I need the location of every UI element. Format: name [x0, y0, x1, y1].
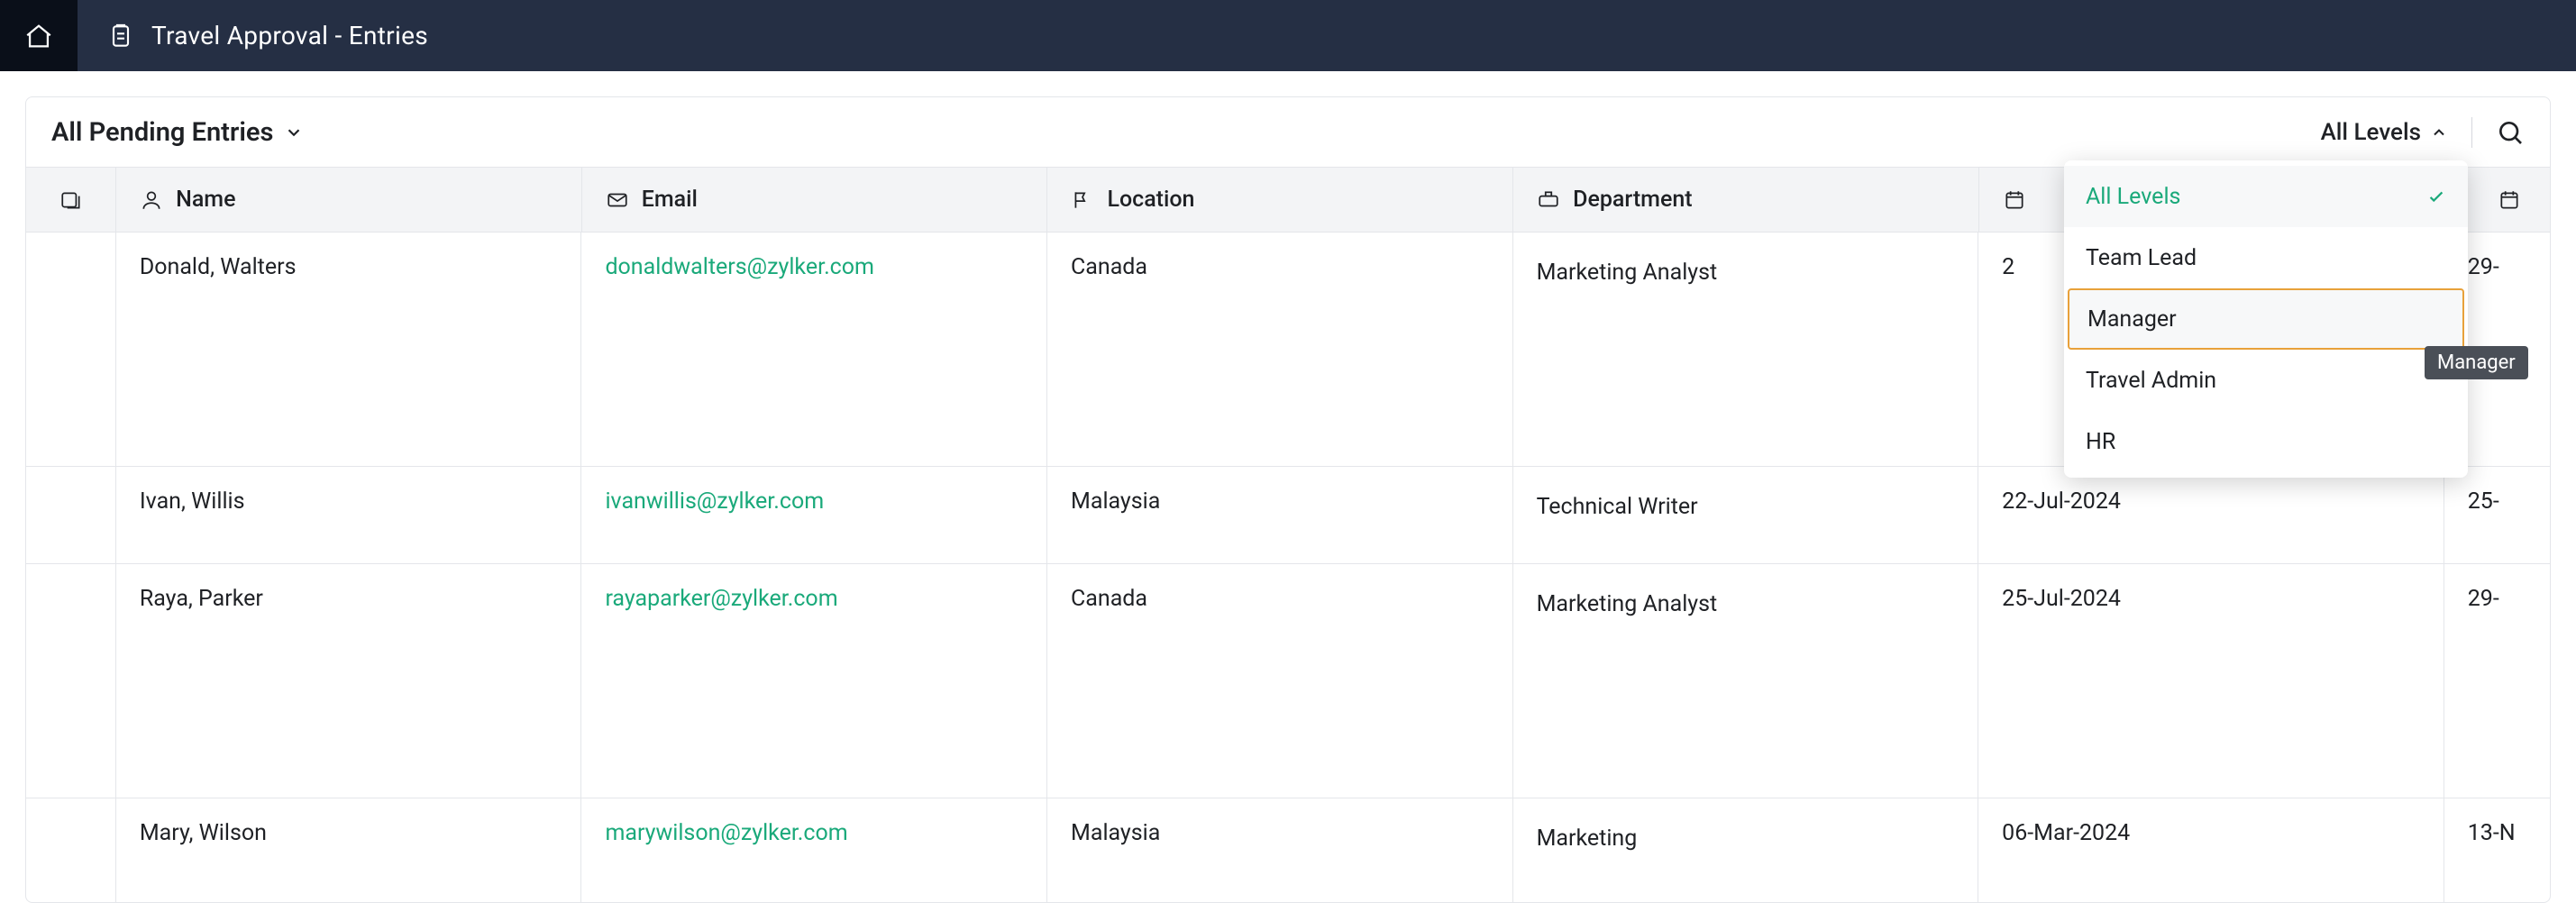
calendar-icon [2498, 188, 2521, 212]
cell-location: Malaysia [1047, 798, 1513, 902]
cell-end: 13-N [2444, 798, 2550, 902]
cell-email[interactable]: ivanwillis@zylker.com [581, 467, 1047, 563]
divider [2471, 117, 2472, 148]
level-selector[interactable]: All Levels [2321, 119, 2448, 146]
row-selector[interactable] [26, 564, 116, 798]
cell-location: Canada [1047, 233, 1513, 466]
search-icon [2496, 118, 2525, 147]
clipboard-icon [106, 22, 135, 50]
cell-date: 06-Mar-2024 [1978, 798, 2444, 902]
cell-date: 22-Jul-2024 [1978, 467, 2444, 563]
dropdown-item-team-lead[interactable]: Team Lead [2064, 227, 2468, 288]
dropdown-item-label: Manager [2087, 306, 2177, 333]
level-selector-label: All Levels [2321, 119, 2421, 146]
check-icon [2426, 187, 2446, 206]
cell-end: 29- [2444, 564, 2550, 798]
table-row[interactable]: Ivan, Willis ivanwillis@zylker.com Malay… [26, 467, 2550, 564]
cell-name: Ivan, Willis [116, 467, 582, 563]
dropdown-item-travel-admin[interactable]: Travel Admin [2064, 350, 2468, 411]
column-header-department[interactable]: Department [1513, 168, 1979, 232]
dropdown-item-label: Travel Admin [2086, 368, 2216, 394]
cell-location: Malaysia [1047, 467, 1513, 563]
panel-header: All Pending Entries All Levels [26, 97, 2550, 168]
department-icon [1537, 188, 1560, 212]
column-header-name[interactable]: Name [116, 168, 582, 232]
row-selector[interactable] [26, 467, 116, 563]
search-button[interactable] [2496, 118, 2525, 147]
cell-email[interactable]: rayaparker@zylker.com [581, 564, 1047, 798]
home-icon [23, 21, 54, 51]
row-selector[interactable] [26, 798, 116, 902]
cell-location: Canada [1047, 564, 1513, 798]
column-header-email[interactable]: Email [582, 168, 1048, 232]
cell-department: Marketing Analyst [1513, 564, 1979, 798]
dropdown-item-manager[interactable]: Manager [2068, 288, 2464, 350]
column-settings-button[interactable] [26, 168, 116, 232]
calendar-icon [2003, 188, 2026, 212]
dropdown-item-label: Team Lead [2086, 245, 2197, 271]
view-selector[interactable]: All Pending Entries [51, 117, 304, 148]
dropdown-item-hr[interactable]: HR [2064, 411, 2468, 472]
chevron-down-icon [284, 123, 304, 142]
view-selector-label: All Pending Entries [51, 117, 273, 148]
dropdown-item-label: HR [2086, 429, 2115, 455]
column-header-location[interactable]: Location [1047, 168, 1513, 232]
dropdown-item-all-levels[interactable]: All Levels [2064, 166, 2468, 227]
table-row[interactable]: Raya, Parker rayaparker@zylker.com Canad… [26, 564, 2550, 798]
mail-icon [606, 188, 629, 212]
cell-date: 25-Jul-2024 [1978, 564, 2444, 798]
cell-name: Mary, Wilson [116, 798, 582, 902]
level-dropdown: All Levels Team Lead Manager Travel Admi… [2064, 160, 2468, 478]
home-button[interactable] [0, 0, 78, 71]
cell-email[interactable]: marywilson@zylker.com [581, 798, 1047, 902]
cell-name: Raya, Parker [116, 564, 582, 798]
cell-department: Marketing [1513, 798, 1979, 902]
chevron-up-icon [2430, 123, 2448, 141]
cell-name: Donald, Walters [116, 233, 582, 466]
page-title: Travel Approval - Entries [151, 21, 428, 50]
table-row[interactable]: Mary, Wilson marywilson@zylker.com Malay… [26, 798, 2550, 902]
cell-email[interactable]: donaldwalters@zylker.com [581, 233, 1047, 466]
row-selector[interactable] [26, 233, 116, 466]
cell-department: Technical Writer [1513, 467, 1979, 563]
dropdown-item-label: All Levels [2086, 184, 2180, 210]
flag-icon [1071, 188, 1094, 212]
cell-department: Marketing Analyst [1513, 233, 1979, 466]
top-bar: Travel Approval - Entries [0, 0, 2576, 71]
person-icon [140, 188, 163, 212]
tooltip: Manager [2425, 346, 2528, 379]
cell-end: 25- [2444, 467, 2550, 563]
